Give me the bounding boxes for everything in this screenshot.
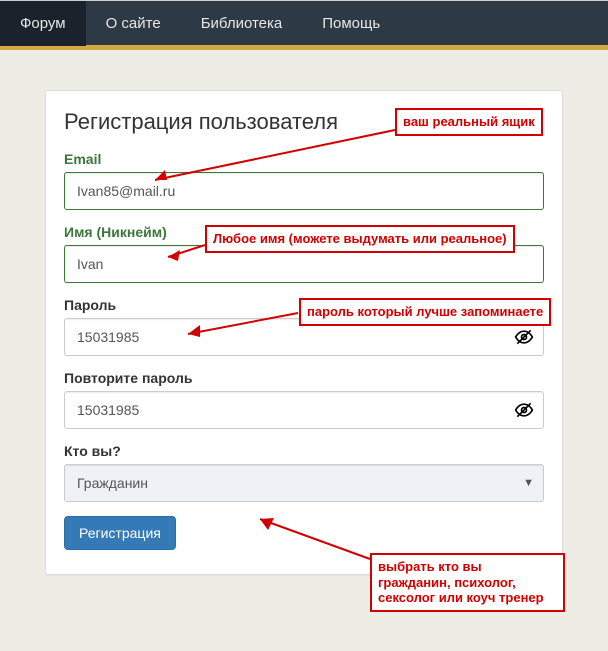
email-label: Email: [64, 151, 544, 167]
email-field[interactable]: [64, 172, 544, 210]
confirm-password-field[interactable]: [64, 391, 544, 429]
toggle-confirm-password-icon[interactable]: [514, 400, 534, 420]
toggle-password-icon[interactable]: [514, 327, 534, 347]
who-label: Кто вы?: [64, 443, 544, 459]
annotation-name: Любое имя (можете выдумать или реальное): [205, 225, 515, 253]
nav-about[interactable]: О сайте: [86, 1, 181, 46]
annotation-email: ваш реальный ящик: [395, 108, 543, 136]
who-select[interactable]: Гражданин: [64, 464, 544, 502]
confirm-password-label: Повторите пароль: [64, 370, 544, 386]
nav-library[interactable]: Библиотека: [181, 1, 303, 46]
annotation-password: пароль который лучше запоминаете: [299, 298, 551, 326]
top-navbar: Форум О сайте Библиотека Помощь: [0, 0, 608, 45]
annotation-who: выбрать кто вы гражданин, психолог, секс…: [370, 553, 565, 612]
submit-button[interactable]: Регистрация: [64, 516, 176, 550]
registration-panel: Регистрация пользователя Email Имя (Никн…: [45, 90, 563, 575]
nav-help[interactable]: Помощь: [302, 1, 400, 46]
nav-forum[interactable]: Форум: [0, 1, 86, 46]
